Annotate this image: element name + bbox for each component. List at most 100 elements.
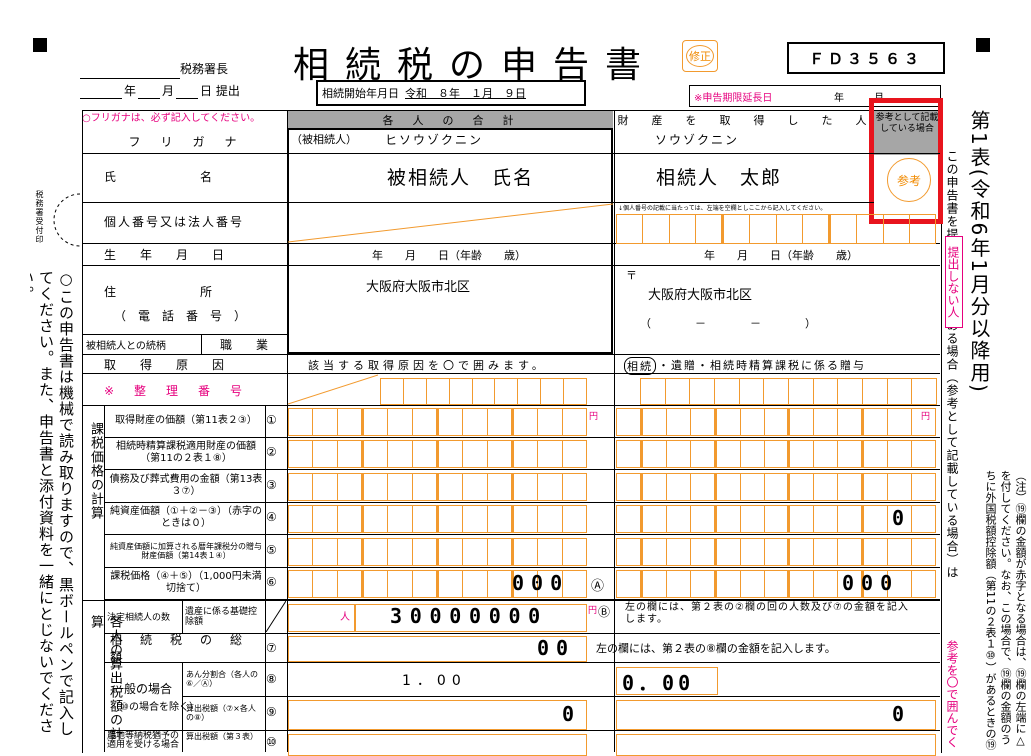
row4-heir-value: 0: [892, 506, 905, 530]
submit-date: 年 月 日 提出: [80, 82, 240, 99]
furigana-label: フ リ ガ ナ: [128, 134, 241, 149]
row9-no: ⑨: [266, 705, 277, 719]
kazei-row-divider: [104, 437, 940, 438]
kazei-heir-row1-box[interactable]: [616, 408, 936, 436]
reference-number-heir-boxes[interactable]: [640, 378, 937, 405]
kazei-row-divider: [104, 469, 940, 470]
reference-number-label: ※ 整 理 番 号: [104, 383, 247, 398]
yen-b: 円: [588, 606, 598, 616]
postal-mark: 〒: [626, 269, 637, 282]
cause-label: 取 得 原 因: [104, 357, 225, 372]
kazei-heir-row4-box[interactable]: [616, 505, 936, 533]
row8-heir-value: 0．00: [622, 671, 695, 695]
kazei-row6-label: 課税価格（④＋⑤）（1,000円未満切捨て）: [110, 571, 262, 594]
table-number: 第1表(令和6年1月分以降用): [967, 110, 991, 394]
person-unit: 人: [340, 612, 350, 623]
kazei-agg-row5-box[interactable]: [288, 538, 587, 566]
row9-box[interactable]: [288, 700, 587, 730]
heir-name[interactable]: 相続人 太郎: [656, 163, 782, 190]
deadline-label: ※申告期限延長日: [694, 92, 773, 104]
deceased-tag: （被相続人）: [291, 133, 357, 146]
side-note-3: （注）⑲欄の金額が赤字となる場合は、⑲欄の左端に△を付してください。なお、この場…: [984, 470, 1027, 750]
kazei-row3-label: 債務及び葬式費用の金額（第13表３⑦）: [109, 474, 263, 497]
phone-label: （ 電 話 番 号 ）: [114, 308, 247, 323]
deceased-birth[interactable]: 年 月 日（年齢 歳）: [372, 247, 526, 263]
tax-office-suffix: 税務署長: [180, 62, 229, 76]
mynumber-boxes[interactable]: [616, 214, 936, 244]
kazei-row4-no: ④: [266, 510, 277, 524]
kazei-heir-row5-box[interactable]: [616, 538, 936, 566]
row7-label: 相 続 税 の 総 額: [110, 633, 261, 664]
deceased-address[interactable]: 大阪府大阪市北区: [366, 276, 470, 295]
kazei-heir-row3-box[interactable]: [616, 473, 936, 501]
cause-heir[interactable]: 相続 ・遺贈・相続時精算課税に係る贈与: [624, 357, 866, 375]
start-date-label: 相続開始年月日: [322, 87, 399, 100]
row8-sub: あん分割合（各人の⑥／Ⓐ）: [186, 670, 258, 688]
row9-heir-box[interactable]: [616, 700, 936, 730]
kazei-agg-row4-box[interactable]: [288, 505, 587, 533]
start-date-value[interactable]: 令和 ８年 １月 ９日: [405, 85, 526, 101]
cause-heir-rest: ・遺贈・相続時精算課税に係る贈与: [658, 359, 866, 372]
column-acquirer: 財 産 を 取 得 し た 人: [614, 111, 875, 128]
row10-heir-box[interactable]: [616, 734, 936, 756]
row9-heir-value: 0: [892, 702, 905, 726]
reference-number-boxes[interactable]: [380, 378, 587, 405]
deadline-year: 年: [834, 92, 844, 104]
submit-month-label: 月: [162, 84, 175, 98]
address-label: 住 所: [104, 284, 213, 299]
mark-b: Ⓑ: [598, 605, 611, 619]
mark-a: Ⓐ: [591, 579, 605, 594]
heir-kana[interactable]: ソウゾクニン: [655, 131, 739, 148]
row9-sub: 算出税額（⑦×各人の⑧）: [186, 704, 256, 722]
row10-box[interactable]: [288, 734, 587, 756]
heir-birth[interactable]: 年 月 日（年齢 歳）: [704, 247, 858, 263]
side-note-2: 参考を〇で囲んでください。: [945, 640, 961, 752]
kazei-row5-no: ⑤: [266, 543, 277, 557]
kazei-row-divider: [104, 534, 940, 535]
heirs-strike: [266, 601, 286, 632]
relation-label: 被相続人との続柄: [86, 340, 166, 352]
tax-office-blank[interactable]: [80, 64, 180, 79]
job-label: 職 業: [219, 337, 268, 352]
cause-aggregate: 該当する取得原因を〇で囲みます。: [308, 359, 547, 372]
correction-badge-text: 修正: [686, 45, 714, 67]
kazei-row4-label: 純資産価額（①＋②－③）（赤字のときは０）: [110, 506, 262, 529]
cause-heir-circled: 相続: [624, 357, 656, 375]
basic-deduction-label: 遺産に係る基礎控除額: [185, 606, 258, 627]
kazei-row3-no: ③: [266, 478, 277, 492]
heir-address[interactable]: 大阪府大阪市北区: [648, 284, 752, 303]
kazei-row6-no: ⑥: [266, 575, 277, 589]
mynumber-note: ↓個人番号の記載に当たっては、左端を空欄としここから記入してください。: [618, 205, 827, 212]
row7-value: 00: [537, 636, 576, 660]
side-note-1: この申告書を提出しない人である場合（参考として記載している場合）は: [945, 150, 959, 579]
kazei-group-label: 課税価格の計算: [88, 422, 103, 520]
kazei-agg-row1-box[interactable]: [288, 408, 587, 436]
kazei-row2-no: ②: [266, 445, 277, 459]
kazei-row2-label: 相続時精算課税適用財産の価額（第11の２表１⑧）: [116, 441, 256, 464]
row10-no: ⑩: [266, 735, 277, 749]
deceased-kana[interactable]: ヒソウゾクニン: [385, 131, 483, 148]
kazei-agg-row2-box[interactable]: [288, 440, 587, 468]
mynumber-strike: [288, 203, 613, 243]
heir-phone[interactable]: （ － － ）: [640, 315, 816, 331]
basic-note: 左の欄には、第２表の②欄の回の人数及び⑦の金額を記入します。: [625, 602, 909, 625]
mynumber-label: 個人番号又は法人番号: [104, 214, 245, 229]
general-case-label: 一般の場合: [112, 682, 173, 696]
receipt-label: 税務署受付印: [35, 190, 44, 244]
highlight-box: [869, 98, 943, 224]
submit-day-label: 日 提出: [200, 84, 240, 98]
deceased-name[interactable]: 被相続人 氏名: [387, 163, 534, 190]
submit-year-label: 年: [124, 84, 137, 98]
kazei-row5-label: 純資産価額に加算される暦年課税分の贈与財産価額（第14表１④）: [110, 542, 262, 560]
row8-agg-value: 1．00: [402, 673, 467, 689]
correction-badge: 修正: [682, 40, 718, 72]
birth-label: 生 年 月 日: [104, 248, 225, 262]
row6-heir-value: 000: [842, 571, 900, 595]
kazei-heir-row2-box[interactable]: [616, 440, 936, 468]
kazei-agg-row3-box[interactable]: [288, 473, 587, 501]
refno-strike: [288, 374, 378, 405]
inheritance-start-date: 相続開始年月日 令和 ８年 １月 ９日: [316, 80, 586, 106]
name-label: 氏 名: [104, 169, 213, 184]
column-aggregate: 各 人 の 合 計: [287, 111, 613, 128]
registration-mark-right: [976, 38, 990, 52]
